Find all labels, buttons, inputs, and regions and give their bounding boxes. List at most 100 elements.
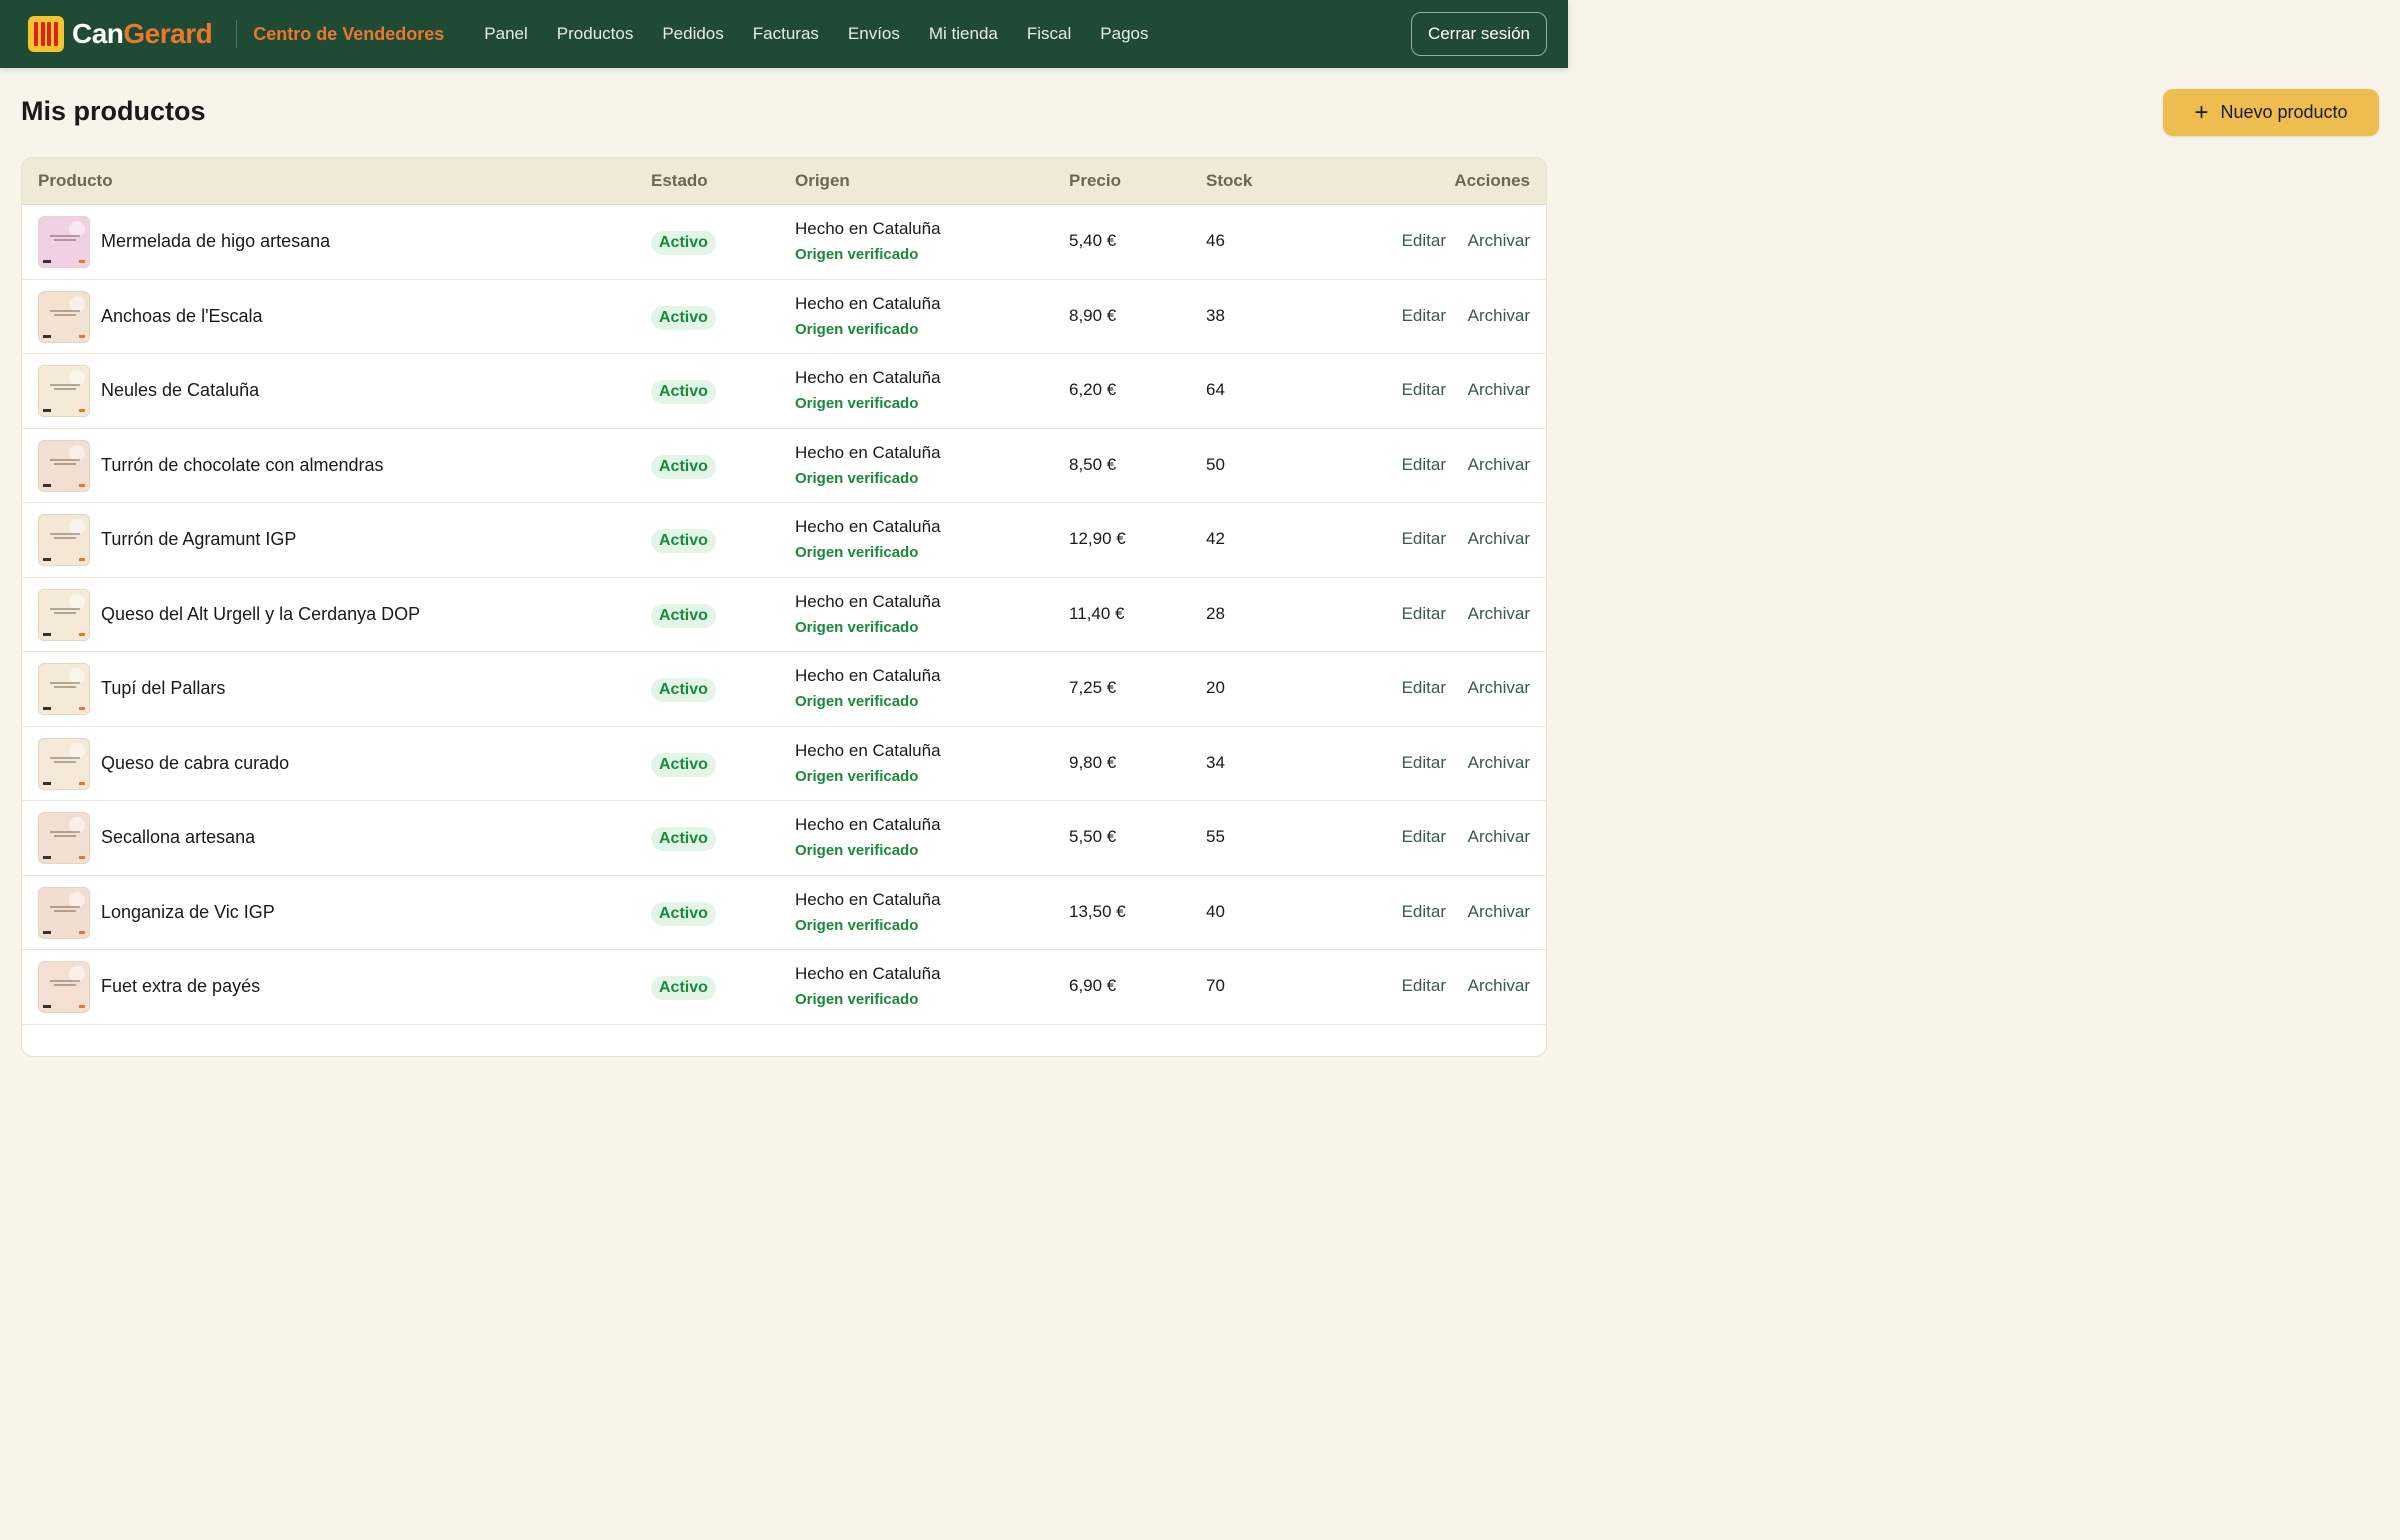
table-row: Turrón de Agramunt IGP Activo Hecho en C…: [22, 503, 1546, 578]
product-stock: 38: [1206, 305, 1225, 325]
edit-link[interactable]: Editar: [1402, 827, 1446, 847]
origin-text: Hecho en Cataluña: [795, 293, 941, 313]
archive-link[interactable]: Archivar: [1468, 529, 1530, 549]
product-price: 9,80 €: [1069, 752, 1117, 772]
main-nav: Panel Productos Pedidos Facturas Envíos …: [484, 24, 1177, 44]
new-product-button[interactable]: + Nuevo producto: [2163, 89, 2379, 136]
product-name[interactable]: Turrón de chocolate con almendras: [101, 455, 384, 476]
status-badge: Activo: [651, 454, 716, 479]
product-thumbnail[interactable]: [38, 216, 90, 268]
status-badge: Activo: [651, 827, 716, 851]
product-name[interactable]: Queso del Alt Urgell y la Cerdanya DOP: [101, 604, 420, 625]
product-stock: 70: [1206, 976, 1225, 995]
brand-logo[interactable]: CanGerard: [28, 16, 213, 52]
product-name[interactable]: Queso de cabra curado: [101, 753, 289, 774]
table-row: Secallona artesana Activo Hecho en Catal…: [22, 801, 1546, 876]
origin-verified-label: Origen verificado: [795, 842, 919, 859]
product-thumbnail[interactable]: [38, 365, 90, 417]
product-price: 6,90 €: [1069, 976, 1117, 995]
table-row: Anchoas de l'Escala Activo Hecho en Cata…: [22, 280, 1546, 354]
product-thumbnail[interactable]: [38, 290, 90, 343]
product-name[interactable]: Longaniza de Vic IGP: [101, 902, 275, 923]
product-stock: 50: [1206, 454, 1225, 474]
product-price: 5,50 €: [1069, 827, 1117, 846]
nav-productos[interactable]: Productos: [557, 24, 634, 44]
nav-mi-tienda[interactable]: Mi tienda: [929, 24, 998, 44]
top-navigation-bar: CanGerard Centro de Vendedores Panel Pro…: [0, 0, 1568, 68]
origin-verified-label: Origen verificado: [795, 469, 919, 487]
product-stock: 28: [1206, 603, 1225, 623]
product-name[interactable]: Fuet extra de payés: [101, 976, 260, 997]
product-thumbnail[interactable]: [38, 812, 90, 864]
nav-panel[interactable]: Panel: [484, 24, 527, 44]
edit-link[interactable]: Editar: [1402, 455, 1446, 475]
edit-link[interactable]: Editar: [1402, 976, 1446, 996]
table-row: Mermelada de higo artesana Activo Hecho …: [22, 205, 1546, 280]
product-thumbnail[interactable]: [38, 663, 90, 715]
origin-text: Hecho en Cataluña: [795, 219, 941, 238]
nav-pedidos[interactable]: Pedidos: [662, 24, 723, 44]
archive-link[interactable]: Archivar: [1468, 306, 1530, 326]
status-badge: Activo: [651, 380, 716, 404]
table-row: Turrón de chocolate con almendras Activo…: [22, 429, 1546, 503]
table-row: Queso de cabra curado Activo Hecho en Ca…: [22, 727, 1546, 801]
product-price: 13,50 €: [1069, 901, 1126, 921]
origin-verified-label: Origen verificado: [795, 767, 919, 785]
product-stock: 46: [1206, 231, 1225, 250]
archive-link[interactable]: Archivar: [1468, 827, 1530, 847]
product-price: 12,90 €: [1069, 529, 1126, 548]
product-thumbnail[interactable]: [38, 737, 90, 790]
product-price: 8,90 €: [1069, 305, 1117, 325]
column-header-status: Estado: [651, 171, 708, 190]
archive-link[interactable]: Archivar: [1468, 380, 1530, 400]
status-badge: Activo: [651, 305, 716, 330]
product-thumbnail[interactable]: [38, 588, 90, 641]
archive-link[interactable]: Archivar: [1468, 455, 1530, 475]
product-thumbnail[interactable]: [38, 886, 90, 939]
archive-link[interactable]: Archivar: [1468, 678, 1530, 698]
nav-pagos[interactable]: Pagos: [1100, 24, 1148, 44]
product-name[interactable]: Tupí del Pallars: [101, 678, 225, 699]
product-name[interactable]: Mermelada de higo artesana: [101, 231, 330, 252]
origin-verified-label: Origen verificado: [795, 395, 919, 412]
origin-text: Hecho en Cataluña: [795, 740, 941, 760]
product-name[interactable]: Turrón de Agramunt IGP: [101, 529, 296, 550]
product-stock: 64: [1206, 380, 1225, 399]
origin-text: Hecho en Cataluña: [795, 964, 941, 983]
product-thumbnail[interactable]: [38, 439, 90, 492]
seller-center-title: Centro de Vendedores: [253, 23, 445, 44]
archive-link[interactable]: Archivar: [1468, 902, 1530, 922]
status-badge: Activo: [651, 603, 716, 628]
product-name[interactable]: Neules de Cataluña: [101, 380, 259, 401]
edit-link[interactable]: Editar: [1402, 902, 1446, 922]
archive-link[interactable]: Archivar: [1468, 976, 1530, 996]
nav-envios[interactable]: Envíos: [848, 24, 900, 44]
edit-link[interactable]: Editar: [1402, 753, 1446, 773]
edit-link[interactable]: Editar: [1402, 529, 1446, 549]
origin-verified-label: Origen verificado: [795, 991, 919, 1008]
logout-button[interactable]: Cerrar sesión: [1410, 12, 1547, 56]
edit-link[interactable]: Editar: [1402, 604, 1446, 624]
status-badge: Activo: [651, 901, 716, 926]
product-name[interactable]: Secallona artesana: [101, 827, 255, 848]
nav-fiscal[interactable]: Fiscal: [1027, 24, 1071, 44]
archive-link[interactable]: Archivar: [1468, 604, 1530, 624]
product-name[interactable]: Anchoas de l'Escala: [101, 306, 263, 327]
edit-link[interactable]: Editar: [1402, 306, 1446, 326]
product-thumbnail[interactable]: [38, 514, 90, 566]
origin-verified-label: Origen verificado: [795, 618, 919, 636]
edit-link[interactable]: Editar: [1402, 678, 1446, 698]
product-stock: 40: [1206, 901, 1225, 921]
status-badge: Activo: [651, 529, 716, 553]
archive-link[interactable]: Archivar: [1468, 231, 1530, 251]
product-thumbnail[interactable]: [38, 961, 90, 1013]
origin-text: Hecho en Cataluña: [795, 815, 941, 834]
origin-text: Hecho en Cataluña: [795, 591, 941, 611]
status-badge: Activo: [651, 231, 716, 255]
edit-link[interactable]: Editar: [1402, 231, 1446, 251]
column-header-product: Producto: [38, 171, 113, 190]
new-product-label: Nuevo producto: [2220, 102, 2348, 122]
archive-link[interactable]: Archivar: [1468, 753, 1530, 773]
edit-link[interactable]: Editar: [1402, 380, 1446, 400]
nav-facturas[interactable]: Facturas: [753, 24, 819, 44]
